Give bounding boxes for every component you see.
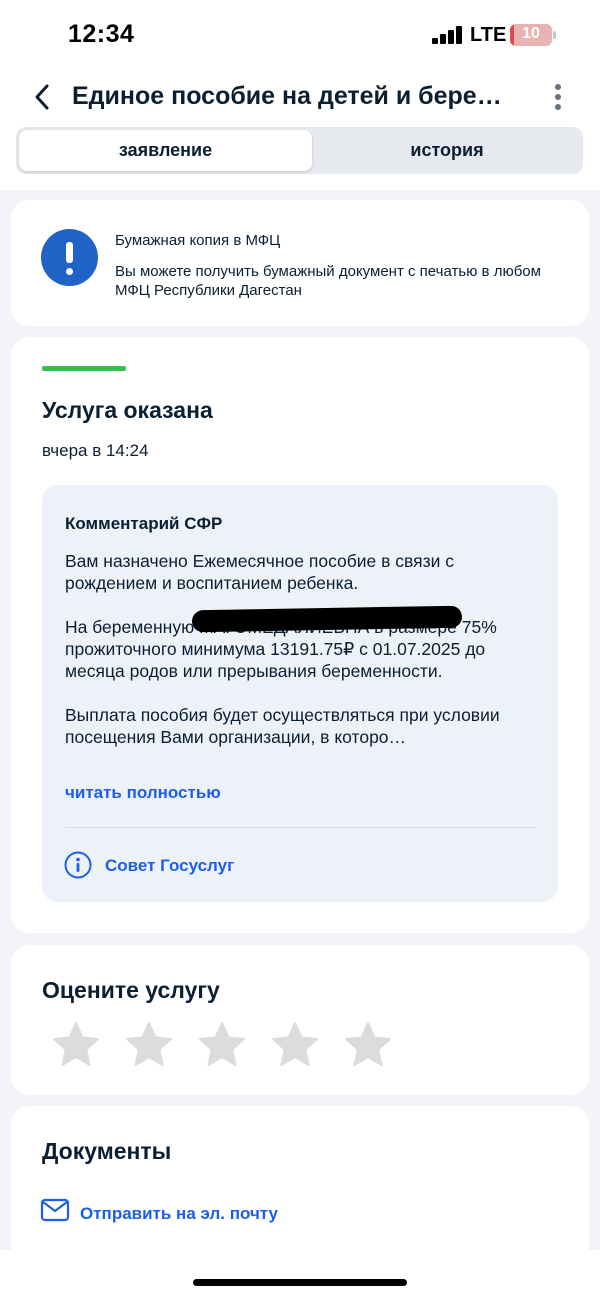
- rating-stars: [51, 1021, 411, 1071]
- rating-card: Оцените услугу: [11, 945, 589, 1095]
- bottom-area: [0, 1250, 600, 1297]
- comment-title: Комментарий СФР: [65, 514, 223, 533]
- signal-icon: [432, 26, 464, 44]
- star-icon[interactable]: [124, 1021, 174, 1069]
- star-icon[interactable]: [270, 1021, 320, 1069]
- send-email-button[interactable]: Отправить на эл. почту: [80, 1204, 278, 1224]
- documents-card: Документы Отправить на эл. почту: [11, 1106, 589, 1256]
- comment-paragraph: Выплата пособия будет осуществляться при…: [65, 705, 500, 747]
- status-timestamp: вчера в 14:24: [42, 441, 149, 460]
- redaction-mark: [191, 605, 463, 633]
- tab-application[interactable]: заявление: [19, 130, 312, 171]
- comment-body: Вам назначено Ежемесячное пособие в связ…: [65, 550, 545, 748]
- status-progress-fill: [42, 366, 126, 371]
- comment-paragraph: Вам назначено Ежемесячное пособие в связ…: [65, 551, 455, 593]
- battery-cap: [553, 31, 556, 39]
- home-indicator[interactable]: [193, 1279, 407, 1286]
- star-icon[interactable]: [51, 1021, 101, 1069]
- status-title: Услуга оказана: [42, 397, 213, 423]
- tabs: заявление история: [16, 127, 583, 174]
- tab-history[interactable]: история: [314, 130, 580, 171]
- star-icon[interactable]: [343, 1021, 393, 1069]
- info-notice-title: Бумажная копия в МФЦ: [115, 232, 281, 249]
- star-icon[interactable]: [197, 1021, 247, 1069]
- divider: [65, 827, 537, 828]
- status-bar: 12:34 LTE 10: [0, 0, 600, 70]
- status-progress-bar: [42, 366, 126, 371]
- comment-box: Комментарий СФР Вам назначено Ежемесячно…: [42, 485, 558, 902]
- rating-title: Оцените услугу: [42, 977, 220, 1003]
- read-more-link[interactable]: читать полностью: [65, 783, 221, 803]
- documents-title: Документы: [42, 1138, 172, 1164]
- header: Единое пособие на детей и бере…: [0, 74, 600, 124]
- battery-level-text: 10: [522, 25, 540, 42]
- back-chevron-icon[interactable]: [28, 80, 58, 114]
- advice-link[interactable]: Совет Госуслуг: [105, 856, 234, 876]
- more-vertical-icon[interactable]: [548, 82, 568, 112]
- status-time: 12:34: [68, 20, 135, 48]
- page-title: Единое пособие на детей и бере…: [72, 82, 502, 110]
- mail-icon[interactable]: [40, 1198, 70, 1222]
- info-notice-text: Вы можете получить бумажный документ с п…: [115, 263, 541, 299]
- info-circle-icon[interactable]: [64, 851, 92, 879]
- status-card: Услуга оказана вчера в 14:24 Комментарий…: [11, 337, 589, 933]
- info-notice-card: Бумажная копия в МФЦ Вы можете получить …: [11, 200, 589, 326]
- battery-icon: 10: [510, 24, 552, 46]
- exclamation-icon: [41, 229, 98, 286]
- network-type: LTE: [470, 24, 507, 46]
